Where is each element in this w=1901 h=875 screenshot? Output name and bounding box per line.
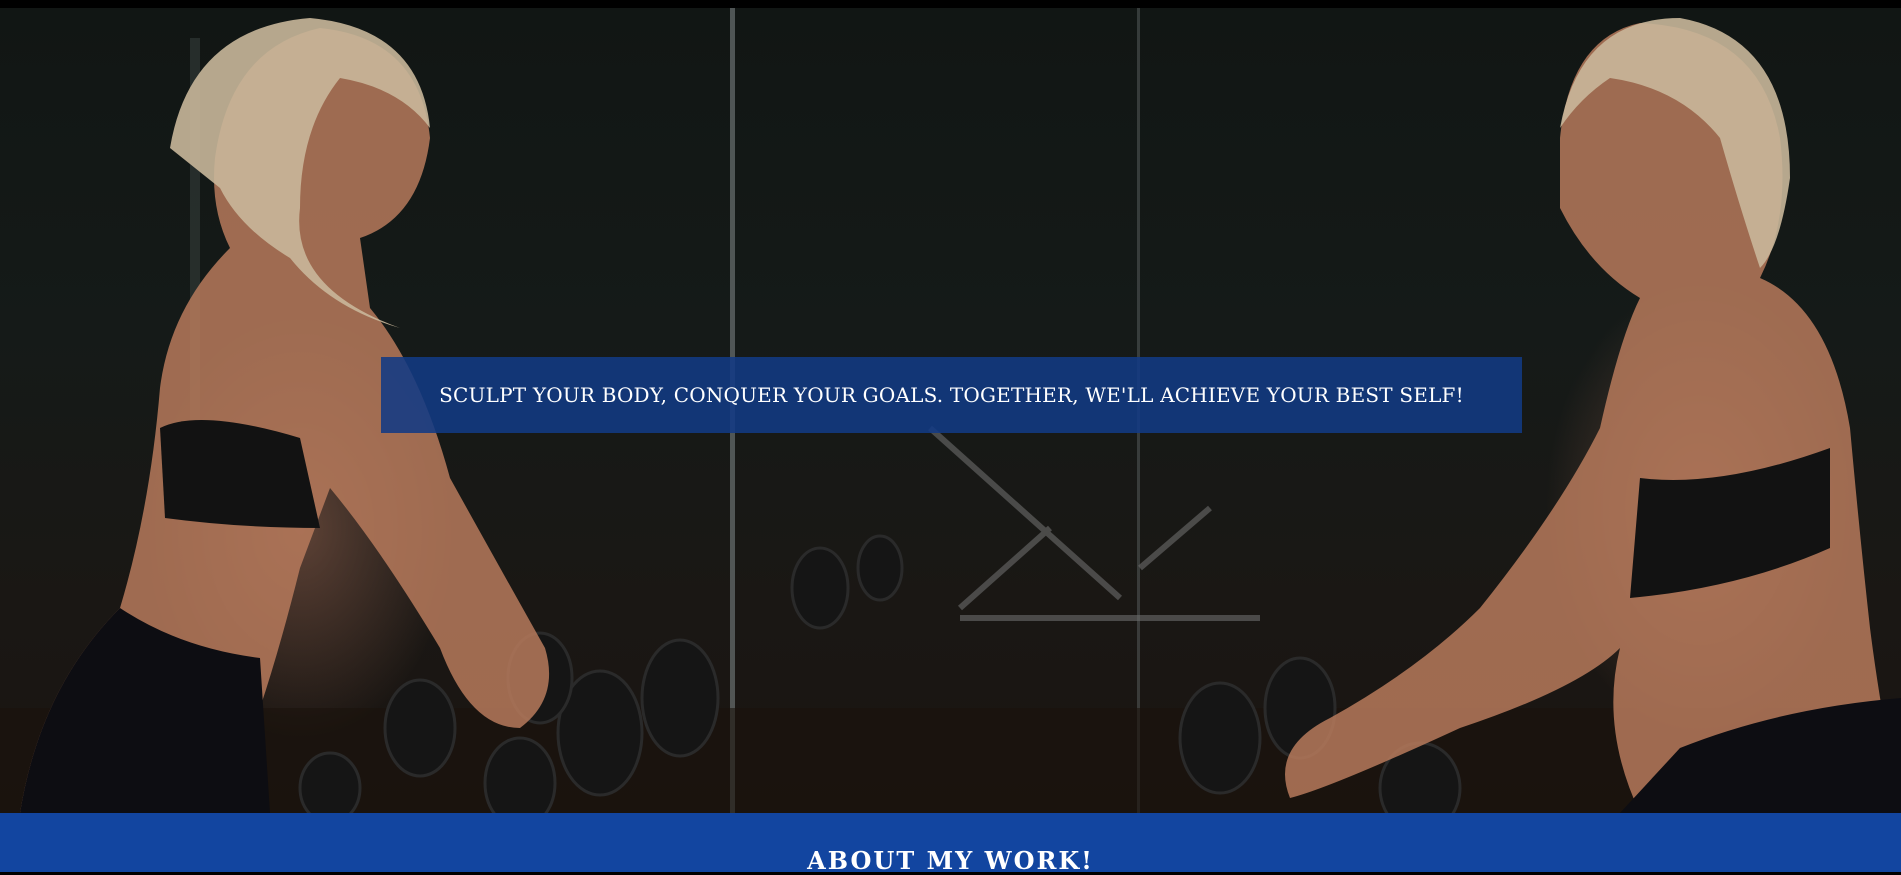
hero-section: SCULPT YOUR BODY, CONQUER YOUR GOALS. TO… <box>0 8 1901 813</box>
top-edge-bar <box>0 0 1901 8</box>
about-title: ABOUT MY WORK! <box>807 846 1094 875</box>
about-section: ABOUT MY WORK! <box>0 813 1901 875</box>
hero-tagline: SCULPT YOUR BODY, CONQUER YOUR GOALS. TO… <box>439 383 1464 407</box>
hero-banner: SCULPT YOUR BODY, CONQUER YOUR GOALS. TO… <box>381 357 1522 433</box>
